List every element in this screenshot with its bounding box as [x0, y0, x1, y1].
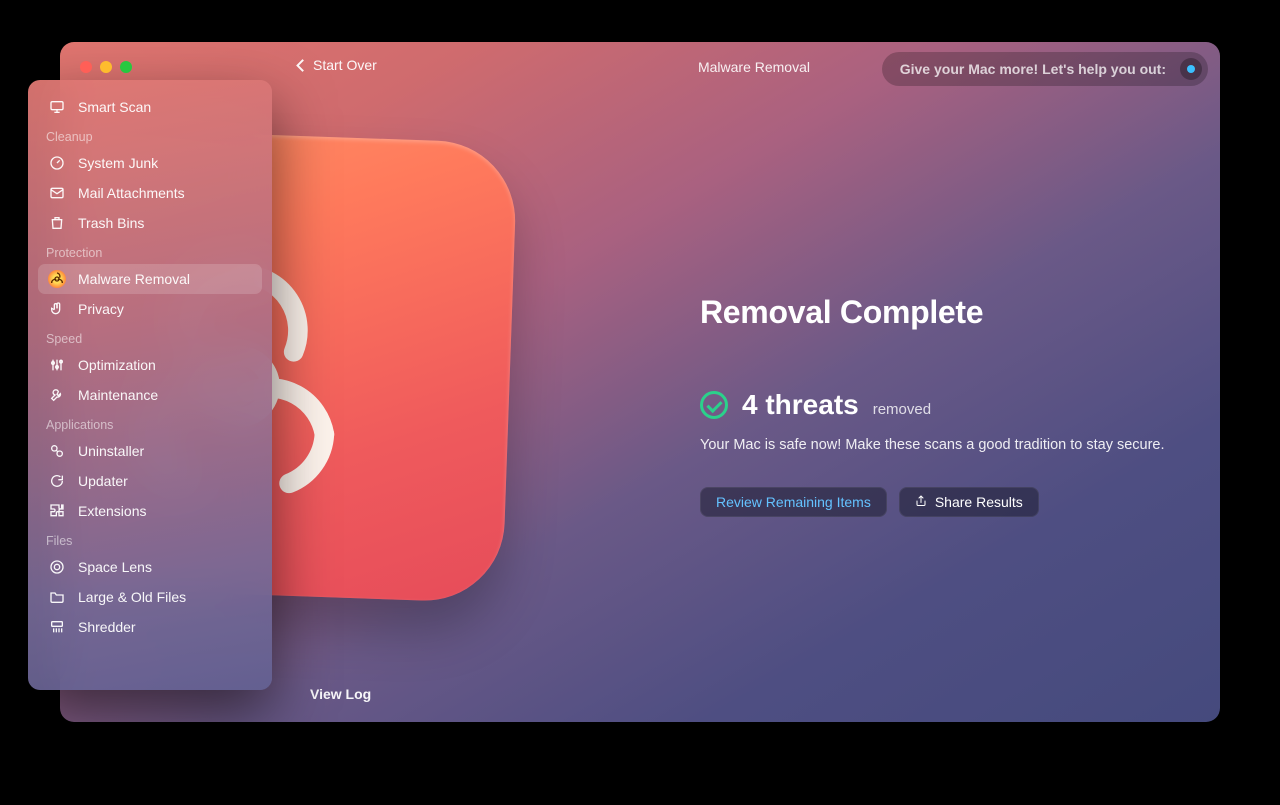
sidebar-item-label: Large & Old Files	[78, 587, 186, 607]
sidebar-item-mail-attachments[interactable]: Mail Attachments	[38, 178, 262, 208]
sidebar-item-label: System Junk	[78, 153, 158, 173]
sidebar-item-extensions[interactable]: Extensions	[38, 496, 262, 526]
sidebar-item-space-lens[interactable]: Space Lens	[38, 552, 262, 582]
results-panel: Removal Complete 4 threats removed Your …	[700, 294, 1180, 517]
chevron-left-icon	[296, 59, 309, 72]
sidebar-item-label: Uninstaller	[78, 441, 144, 461]
sidebar-item-label: Privacy	[78, 299, 124, 319]
sidebar-item-privacy[interactable]: Privacy	[38, 294, 262, 324]
sidebar-item-optimization[interactable]: Optimization	[38, 350, 262, 380]
lens-icon	[48, 558, 66, 576]
sidebar-item-label: Space Lens	[78, 557, 152, 577]
sidebar-item-label: Mail Attachments	[78, 183, 185, 203]
sidebar-item-trash-bins[interactable]: Trash Bins	[38, 208, 262, 238]
review-remaining-label: Review Remaining Items	[716, 494, 871, 510]
promo-banner[interactable]: Give your Mac more! Let's help you out:	[882, 52, 1208, 86]
promo-text: Give your Mac more! Let's help you out:	[900, 61, 1166, 77]
minimize-window-button[interactable]	[100, 61, 112, 73]
share-results-label: Share Results	[935, 494, 1023, 510]
sidebar-item-label: Updater	[78, 471, 128, 491]
review-remaining-button[interactable]: Review Remaining Items	[700, 487, 887, 517]
biohazard-icon	[48, 270, 66, 288]
shredder-icon	[48, 618, 66, 636]
puzzle-icon	[48, 502, 66, 520]
safe-message: Your Mac is safe now! Make these scans a…	[700, 437, 1180, 453]
action-buttons: Review Remaining Items Share Results	[700, 487, 1180, 517]
refresh-icon	[48, 472, 66, 490]
view-log-label: View Log	[310, 686, 371, 702]
sidebar-item-shredder[interactable]: Shredder	[38, 612, 262, 642]
sidebar-item-malware-removal[interactable]: Malware Removal	[38, 264, 262, 294]
threat-summary: 4 threats removed	[700, 389, 1180, 421]
sidebar-item-large-old-files[interactable]: Large & Old Files	[38, 582, 262, 612]
sidebar-item-label: Shredder	[78, 617, 136, 637]
sidebar-item-system-junk[interactable]: System Junk	[38, 148, 262, 178]
sidebar-menu: Smart Scan Cleanup System Junk Mail Atta…	[28, 80, 272, 690]
checkmark-icon	[700, 391, 728, 419]
mail-icon	[48, 184, 66, 202]
sidebar-group-applications: Applications	[38, 410, 262, 436]
sidebar-item-label: Smart Scan	[78, 97, 151, 117]
sidebar-group-protection: Protection	[38, 238, 262, 264]
wrench-icon	[48, 386, 66, 404]
sidebar-item-uninstaller[interactable]: Uninstaller	[38, 436, 262, 466]
start-over-label: Start Over	[313, 57, 377, 73]
sidebar-item-label: Trash Bins	[78, 213, 144, 233]
share-icon	[915, 494, 927, 510]
sidebar-item-label: Extensions	[78, 501, 146, 521]
sidebar-group-cleanup: Cleanup	[38, 122, 262, 148]
close-window-button[interactable]	[80, 61, 92, 73]
trash-icon	[48, 214, 66, 232]
maximize-window-button[interactable]	[120, 61, 132, 73]
window-controls	[80, 61, 132, 73]
sidebar-item-updater[interactable]: Updater	[38, 466, 262, 496]
results-title: Removal Complete	[700, 294, 1180, 331]
sidebar-item-maintenance[interactable]: Maintenance	[38, 380, 262, 410]
threat-suffix: removed	[873, 401, 931, 418]
folder-icon	[48, 588, 66, 606]
sidebar-item-label: Maintenance	[78, 385, 158, 405]
promo-badge-icon	[1180, 58, 1202, 80]
gauge-icon	[48, 154, 66, 172]
start-over-button[interactable]: Start Over	[298, 57, 377, 73]
sidebar-item-label: Optimization	[78, 355, 156, 375]
breadcrumb: Malware Removal	[698, 59, 810, 75]
sidebar-item-smart-scan[interactable]: Smart Scan	[38, 92, 262, 122]
monitor-icon	[48, 98, 66, 116]
hand-icon	[48, 300, 66, 318]
sidebar-group-speed: Speed	[38, 324, 262, 350]
uninstall-icon	[48, 442, 66, 460]
threat-count: 4 threats	[742, 389, 859, 421]
sidebar-group-files: Files	[38, 526, 262, 552]
sliders-icon	[48, 356, 66, 374]
view-log-button[interactable]: View Log	[310, 686, 371, 702]
sidebar-item-label: Malware Removal	[78, 269, 190, 289]
share-results-button[interactable]: Share Results	[899, 487, 1039, 517]
